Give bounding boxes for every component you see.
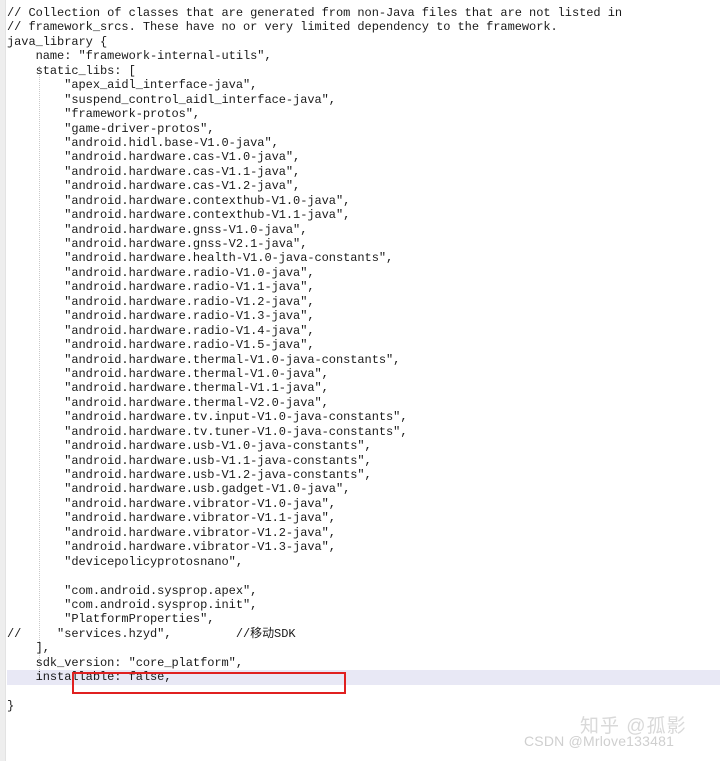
- code-editor[interactable]: // Collection of classes that are genera…: [0, 0, 720, 761]
- code-line[interactable]: "android.hardware.vibrator-V1.2-java",: [7, 526, 720, 540]
- code-line[interactable]: java_library {: [7, 35, 720, 49]
- code-line[interactable]: "PlatformProperties",: [7, 612, 720, 626]
- code-line[interactable]: // framework_srcs. These have no or very…: [7, 20, 720, 34]
- code-line[interactable]: "devicepolicyprotosnano",: [7, 555, 720, 569]
- code-line[interactable]: "game-driver-protos",: [7, 122, 720, 136]
- code-line[interactable]: "android.hardware.usb-V1.1-java-constant…: [7, 454, 720, 468]
- editor-gutter: [0, 0, 6, 761]
- code-line[interactable]: "android.hardware.gnss-V1.0-java",: [7, 223, 720, 237]
- code-line[interactable]: "android.hardware.gnss-V2.1-java",: [7, 237, 720, 251]
- code-line[interactable]: "android.hardware.usb-V1.0-java-constant…: [7, 439, 720, 453]
- code-line[interactable]: ],: [7, 641, 720, 655]
- code-line[interactable]: "com.android.sysprop.apex",: [7, 584, 720, 598]
- code-line[interactable]: "apex_aidl_interface-java",: [7, 78, 720, 92]
- code-line[interactable]: "android.hardware.contexthub-V1.0-java",: [7, 194, 720, 208]
- code-line[interactable]: "android.hardware.radio-V1.0-java",: [7, 266, 720, 280]
- code-line[interactable]: "android.hardware.cas-V1.1-java",: [7, 165, 720, 179]
- code-line[interactable]: sdk_version: "core_platform",: [7, 656, 720, 670]
- code-line[interactable]: "android.hardware.tv.input-V1.0-java-con…: [7, 410, 720, 424]
- code-line[interactable]: "android.hardware.radio-V1.1-java",: [7, 280, 720, 294]
- code-line[interactable]: "android.hardware.contexthub-V1.1-java",: [7, 208, 720, 222]
- code-line[interactable]: [7, 685, 720, 699]
- code-line-list: // Collection of classes that are genera…: [7, 6, 720, 713]
- code-line[interactable]: "android.hardware.thermal-V1.0-java",: [7, 367, 720, 381]
- code-line[interactable]: "android.hardware.cas-V1.2-java",: [7, 179, 720, 193]
- code-content-area[interactable]: // Collection of classes that are genera…: [7, 0, 720, 761]
- code-line[interactable]: "android.hardware.radio-V1.3-java",: [7, 309, 720, 323]
- code-line[interactable]: static_libs: [: [7, 64, 720, 78]
- code-line[interactable]: "android.hidl.base-V1.0-java",: [7, 136, 720, 150]
- code-line[interactable]: "com.android.sysprop.init",: [7, 598, 720, 612]
- code-line[interactable]: "android.hardware.vibrator-V1.3-java",: [7, 540, 720, 554]
- code-line[interactable]: "android.hardware.thermal-V1.0-java-cons…: [7, 353, 720, 367]
- code-line[interactable]: "android.hardware.usb.gadget-V1.0-java",: [7, 482, 720, 496]
- code-line[interactable]: name: "framework-internal-utils",: [7, 49, 720, 63]
- code-line[interactable]: [7, 569, 720, 583]
- code-line[interactable]: "android.hardware.thermal-V1.1-java",: [7, 381, 720, 395]
- code-line[interactable]: "android.hardware.radio-V1.5-java",: [7, 338, 720, 352]
- code-line[interactable]: "framework-protos",: [7, 107, 720, 121]
- code-line[interactable]: "android.hardware.cas-V1.0-java",: [7, 150, 720, 164]
- code-line[interactable]: "android.hardware.usb-V1.2-java-constant…: [7, 468, 720, 482]
- code-line[interactable]: "android.hardware.thermal-V2.0-java",: [7, 396, 720, 410]
- code-line[interactable]: "suspend_control_aidl_interface-java",: [7, 93, 720, 107]
- code-line[interactable]: "android.hardware.radio-V1.2-java",: [7, 295, 720, 309]
- code-line[interactable]: "android.hardware.vibrator-V1.0-java",: [7, 497, 720, 511]
- code-line[interactable]: installable: false,: [7, 670, 720, 685]
- code-line[interactable]: }: [7, 699, 720, 713]
- code-line[interactable]: "android.hardware.radio-V1.4-java",: [7, 324, 720, 338]
- code-line[interactable]: // Collection of classes that are genera…: [7, 6, 720, 20]
- code-line[interactable]: "android.hardware.health-V1.0-java-const…: [7, 251, 720, 265]
- code-line[interactable]: "android.hardware.tv.tuner-V1.0-java-con…: [7, 425, 720, 439]
- code-line[interactable]: "android.hardware.vibrator-V1.1-java",: [7, 511, 720, 525]
- code-line[interactable]: // "services.hzyd", //移动SDK: [7, 627, 720, 641]
